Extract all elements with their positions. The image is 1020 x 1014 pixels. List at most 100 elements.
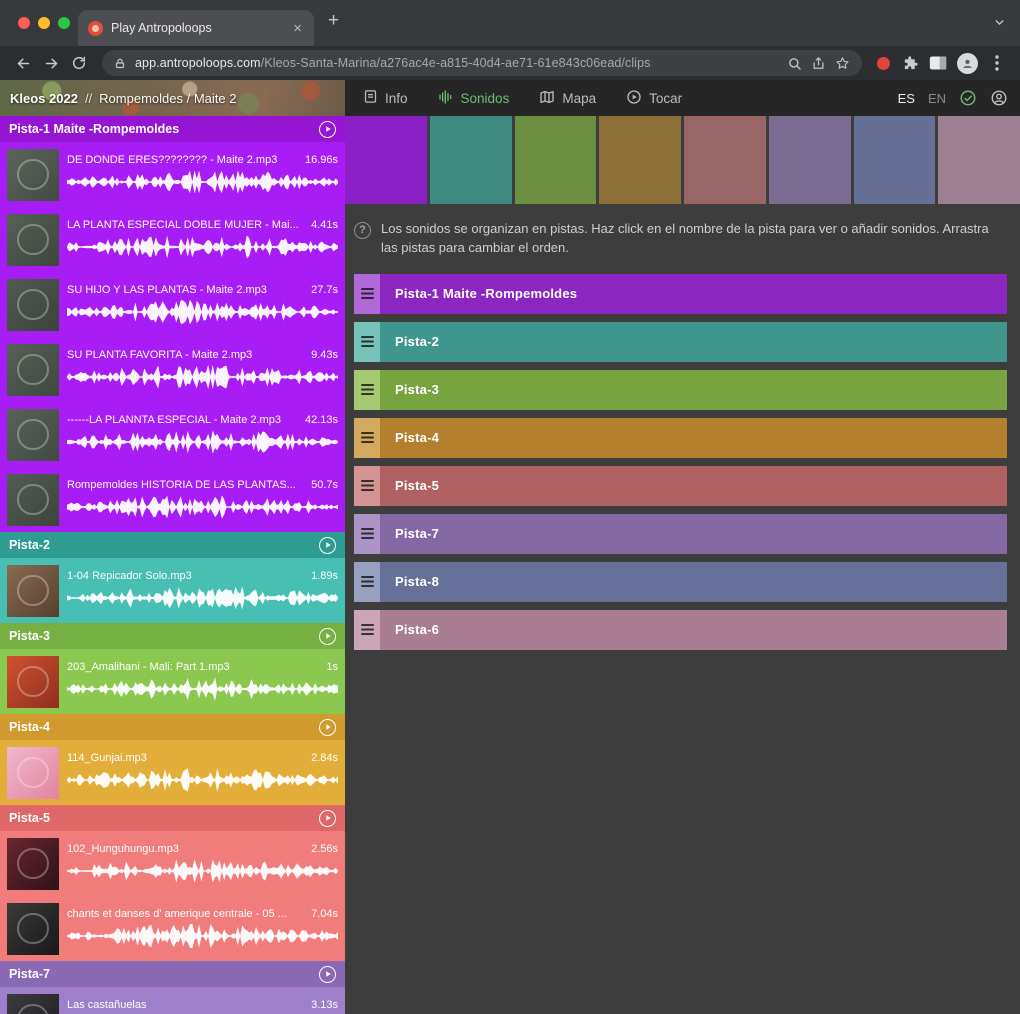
clip-row[interactable]: 1-04 Repicador Solo.mp31.89s	[0, 558, 345, 623]
track-row[interactable]: Pista-2	[354, 322, 1007, 362]
profile-avatar[interactable]	[957, 53, 978, 74]
clip-duration: 50.7s	[311, 479, 338, 491]
clip-waveform[interactable]	[67, 169, 338, 195]
sidebar-track-header[interactable]: Pista-7	[0, 961, 345, 987]
nav-mapa[interactable]: Mapa	[539, 89, 596, 108]
nav-sonidos[interactable]: Sonidos	[438, 89, 510, 108]
clip-row[interactable]: Las castañuelas3.13s	[0, 987, 345, 1014]
nav-info[interactable]: Info	[363, 89, 408, 107]
drag-handle-icon[interactable]	[354, 562, 380, 602]
clip-duration: 27.7s	[311, 284, 338, 296]
close-window-button[interactable]	[18, 17, 30, 29]
drag-handle-icon[interactable]	[354, 466, 380, 506]
clip-row[interactable]: ------LA PLANNTA ESPECIAL - Maite 2.mp34…	[0, 402, 345, 467]
clip-waveform[interactable]	[67, 299, 338, 325]
fullscreen-window-button[interactable]	[58, 17, 70, 29]
track-play-button[interactable]	[319, 628, 336, 645]
palette-swatch[interactable]	[599, 116, 681, 204]
address-bar[interactable]: app.antropoloops.com/Kleos-Santa-Marina/…	[102, 50, 862, 76]
zoom-icon[interactable]	[787, 56, 802, 71]
track-play-button[interactable]	[319, 537, 336, 554]
clip-waveform[interactable]	[67, 767, 338, 793]
clip-row[interactable]: 203_Amalihani - Mali: Part 1.mp31s	[0, 649, 345, 714]
clip-row[interactable]: SU PLANTA FAVORITA - Maite 2.mp39.43s	[0, 337, 345, 402]
track-play-button[interactable]	[319, 121, 336, 138]
tab-close-icon[interactable]: ×	[291, 21, 304, 36]
clip-waveform[interactable]	[67, 234, 338, 260]
palette-swatch[interactable]	[769, 116, 851, 204]
clip-row[interactable]: LA PLANTA ESPECIAL DOBLE MUJER - Mai...4…	[0, 207, 345, 272]
clip-waveform[interactable]	[67, 676, 338, 702]
palette-swatch[interactable]	[938, 116, 1020, 204]
sidebar-track-header[interactable]: Pista-5	[0, 805, 345, 831]
track-row[interactable]: Pista-4	[354, 418, 1007, 458]
browser-menu-kebab-icon[interactable]	[984, 51, 1010, 75]
sidebar-track-header[interactable]: Pista-2	[0, 532, 345, 558]
clip-waveform[interactable]	[67, 858, 338, 884]
clip-name: 1-04 Repicador Solo.mp3	[67, 570, 310, 582]
loop-ring-icon	[17, 575, 48, 606]
clip-row[interactable]: 114_Gunjai.mp32.84s	[0, 740, 345, 805]
clip-body: chants et danses d' amerique centrale - …	[67, 908, 338, 949]
clip-row[interactable]: Rompemoldes HISTORIA DE LAS PLANTAS...50…	[0, 467, 345, 532]
palette-swatch[interactable]	[345, 116, 427, 204]
url-text[interactable]: app.antropoloops.com/Kleos-Santa-Marina/…	[135, 56, 778, 70]
track-play-button[interactable]	[319, 966, 336, 983]
reload-icon[interactable]	[66, 51, 92, 75]
nav-tocar[interactable]: Tocar	[626, 89, 682, 108]
lang-en[interactable]: EN	[928, 91, 946, 106]
clip-body: 203_Amalihani - Mali: Part 1.mp31s	[67, 661, 338, 702]
sidebar-track-header[interactable]: Pista-3	[0, 623, 345, 649]
track-row[interactable]: Pista-7	[354, 514, 1007, 554]
share-icon[interactable]	[811, 56, 826, 71]
drag-handle-icon[interactable]	[354, 370, 380, 410]
drag-handle-icon[interactable]	[354, 322, 380, 362]
side-panel-icon[interactable]	[925, 51, 951, 75]
track-row[interactable]: Pista-8	[354, 562, 1007, 602]
track-row[interactable]: Pista-5	[354, 466, 1007, 506]
lang-es[interactable]: ES	[898, 91, 915, 106]
track-row[interactable]: Pista-1 Maite -Rompemoldes	[354, 274, 1007, 314]
clip-waveform[interactable]	[67, 364, 338, 390]
clip-row[interactable]: 102_Hunguhungu.mp32.56s	[0, 831, 345, 896]
recording-extension-icon[interactable]	[877, 57, 890, 70]
clip-name: DE DONDE ERES???????? - Maite 2.mp3	[67, 154, 304, 166]
palette-swatch[interactable]	[684, 116, 766, 204]
track-row[interactable]: Pista-3	[354, 370, 1007, 410]
clip-waveform[interactable]	[67, 429, 338, 455]
drag-handle-icon[interactable]	[354, 514, 380, 554]
drag-handle-icon[interactable]	[354, 610, 380, 650]
track-play-button[interactable]	[319, 810, 336, 827]
clip-row[interactable]: chants et danses d' amerique centrale - …	[0, 896, 345, 961]
back-icon[interactable]	[10, 51, 36, 75]
track-play-button[interactable]	[319, 719, 336, 736]
status-check-icon[interactable]	[959, 89, 977, 107]
clip-thumbnail	[7, 279, 59, 331]
app-header: Kleos 2022 // Rompemoldes / Maite 2 Info…	[0, 80, 1020, 116]
clip-name: SU PLANTA FAVORITA - Maite 2.mp3	[67, 349, 310, 361]
drag-handle-icon[interactable]	[354, 418, 380, 458]
minimize-window-button[interactable]	[38, 17, 50, 29]
sidebar-track-header[interactable]: Pista-4	[0, 714, 345, 740]
loop-ring-icon	[17, 913, 48, 944]
track-row[interactable]: Pista-6	[354, 610, 1007, 650]
breadcrumb-project[interactable]: Kleos 2022	[10, 91, 78, 106]
bookmark-star-icon[interactable]	[835, 56, 850, 71]
extensions-puzzle-icon[interactable]	[897, 51, 923, 75]
forward-icon[interactable]	[38, 51, 64, 75]
clip-thumbnail	[7, 214, 59, 266]
drag-handle-icon[interactable]	[354, 274, 380, 314]
clip-row[interactable]: DE DONDE ERES???????? - Maite 2.mp316.96…	[0, 142, 345, 207]
clip-waveform[interactable]	[67, 585, 338, 611]
clip-row[interactable]: SU HIJO Y LAS PLANTAS - Maite 2.mp327.7s	[0, 272, 345, 337]
clip-waveform[interactable]	[67, 923, 338, 949]
new-tab-button[interactable]: +	[328, 11, 339, 30]
tab-search-chevron-icon[interactable]	[993, 16, 1006, 29]
browser-tab[interactable]: Play Antropoloops ×	[78, 10, 314, 46]
palette-swatch[interactable]	[854, 116, 936, 204]
palette-swatch[interactable]	[430, 116, 512, 204]
palette-swatch[interactable]	[515, 116, 597, 204]
sidebar-track-header[interactable]: Pista-1 Maite -Rompemoldes	[0, 116, 345, 142]
clip-waveform[interactable]	[67, 494, 338, 520]
account-icon[interactable]	[990, 89, 1008, 107]
